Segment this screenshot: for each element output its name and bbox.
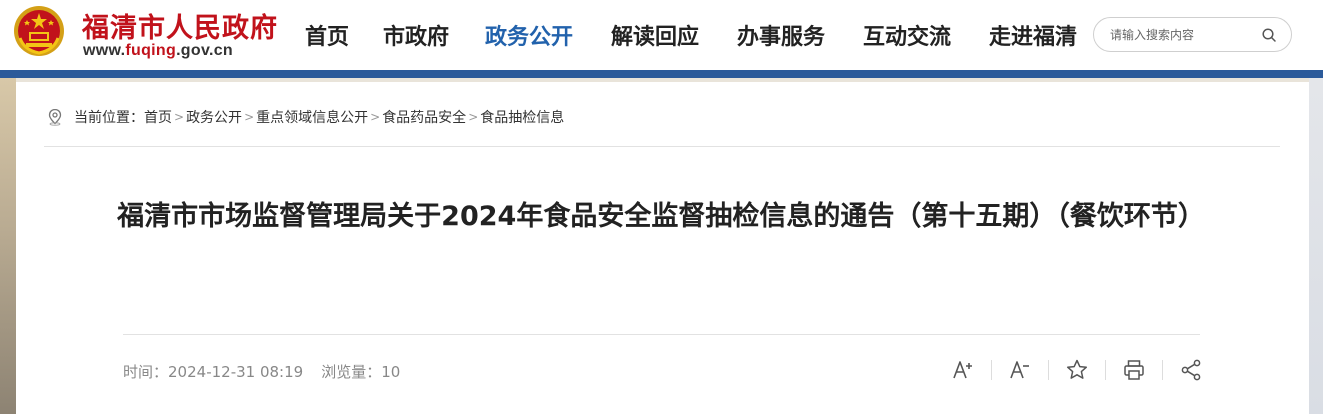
breadcrumb-divider bbox=[44, 146, 1280, 147]
breadcrumb-item-home[interactable]: 首页 bbox=[144, 107, 172, 127]
breadcrumb-item-food-drug-safety[interactable]: 食品药品安全 bbox=[382, 107, 466, 127]
site-url[interactable]: www.fuqing.gov.cn bbox=[83, 42, 233, 60]
font-decrease-button[interactable] bbox=[1006, 356, 1034, 384]
breadcrumb-item-government-affairs[interactable]: 政务公开 bbox=[186, 107, 242, 127]
site-header: 福清市人民政府 www.fuqing.gov.cn 首页 市政府 政务公开 解读… bbox=[0, 0, 1323, 70]
publish-time-value: 2024-12-31 08:19 bbox=[168, 363, 304, 381]
meta-divider bbox=[123, 334, 1200, 335]
views-value: 10 bbox=[381, 363, 401, 381]
site-name[interactable]: 福清市人民政府 bbox=[82, 6, 278, 45]
font-decrease-icon bbox=[1010, 361, 1029, 379]
site-url-prefix: www. bbox=[83, 42, 126, 59]
background-scenery-right bbox=[1309, 78, 1323, 414]
share-icon bbox=[1181, 359, 1201, 381]
background-scenery-left bbox=[0, 78, 16, 414]
nav-item-city-government[interactable]: 市政府 bbox=[383, 19, 449, 51]
nav-item-services[interactable]: 办事服务 bbox=[737, 19, 825, 51]
breadcrumb-separator: > bbox=[174, 110, 185, 124]
print-button[interactable] bbox=[1120, 356, 1148, 384]
breadcrumb-item-key-areas[interactable]: 重点领域信息公开 bbox=[256, 107, 368, 127]
tool-divider bbox=[1162, 360, 1163, 380]
article-tools bbox=[949, 356, 1205, 384]
font-increase-button[interactable] bbox=[949, 356, 977, 384]
breadcrumb-separator: > bbox=[468, 110, 479, 124]
location-pin-icon bbox=[48, 108, 62, 126]
breadcrumb-item-food-sampling[interactable]: 食品抽检信息 bbox=[480, 107, 564, 127]
article-meta: 时间：2024-12-31 08:19 浏览量：10 bbox=[123, 361, 400, 382]
tool-divider bbox=[991, 360, 992, 380]
breadcrumb-separator: > bbox=[370, 110, 381, 124]
article-card: 当前位置： 首页 > 政务公开 > 重点领域信息公开 > 食品药品安全 > 食品… bbox=[16, 82, 1309, 414]
search-input[interactable] bbox=[1110, 26, 1260, 44]
search-box bbox=[1093, 17, 1292, 52]
national-emblem-logo[interactable] bbox=[12, 4, 66, 58]
nav-item-home[interactable]: 首页 bbox=[305, 19, 349, 51]
article-title: 福清市市场监督管理局关于2024年食品安全监督抽检信息的通告（第十五期）（餐饮环… bbox=[117, 201, 1205, 232]
header-divider-bar bbox=[0, 70, 1323, 78]
views-label: 浏览量： bbox=[321, 363, 382, 381]
font-increase-icon bbox=[953, 361, 972, 379]
breadcrumb-prefix: 当前位置： bbox=[74, 110, 144, 126]
breadcrumb: 当前位置： 首页 > 政务公开 > 重点领域信息公开 > 食品药品安全 > 食品… bbox=[46, 108, 564, 126]
site-url-suffix: .gov.cn bbox=[176, 42, 233, 59]
tool-divider bbox=[1105, 360, 1106, 380]
favorite-button[interactable] bbox=[1063, 356, 1091, 384]
breadcrumb-separator: > bbox=[244, 110, 255, 124]
site-url-accent: fuqing bbox=[125, 42, 177, 59]
star-icon bbox=[1066, 359, 1088, 379]
nav-item-interaction[interactable]: 互动交流 bbox=[863, 19, 951, 51]
nav-item-government-affairs[interactable]: 政务公开 bbox=[485, 19, 573, 51]
share-button[interactable] bbox=[1177, 356, 1205, 384]
nav-item-about-fuqing[interactable]: 走进福清 bbox=[989, 19, 1077, 51]
search-icon[interactable] bbox=[1261, 27, 1277, 43]
publish-time-label: 时间： bbox=[123, 363, 169, 381]
nav-item-interpretation[interactable]: 解读回应 bbox=[611, 19, 699, 51]
tool-divider bbox=[1048, 360, 1049, 380]
print-icon bbox=[1124, 360, 1144, 380]
